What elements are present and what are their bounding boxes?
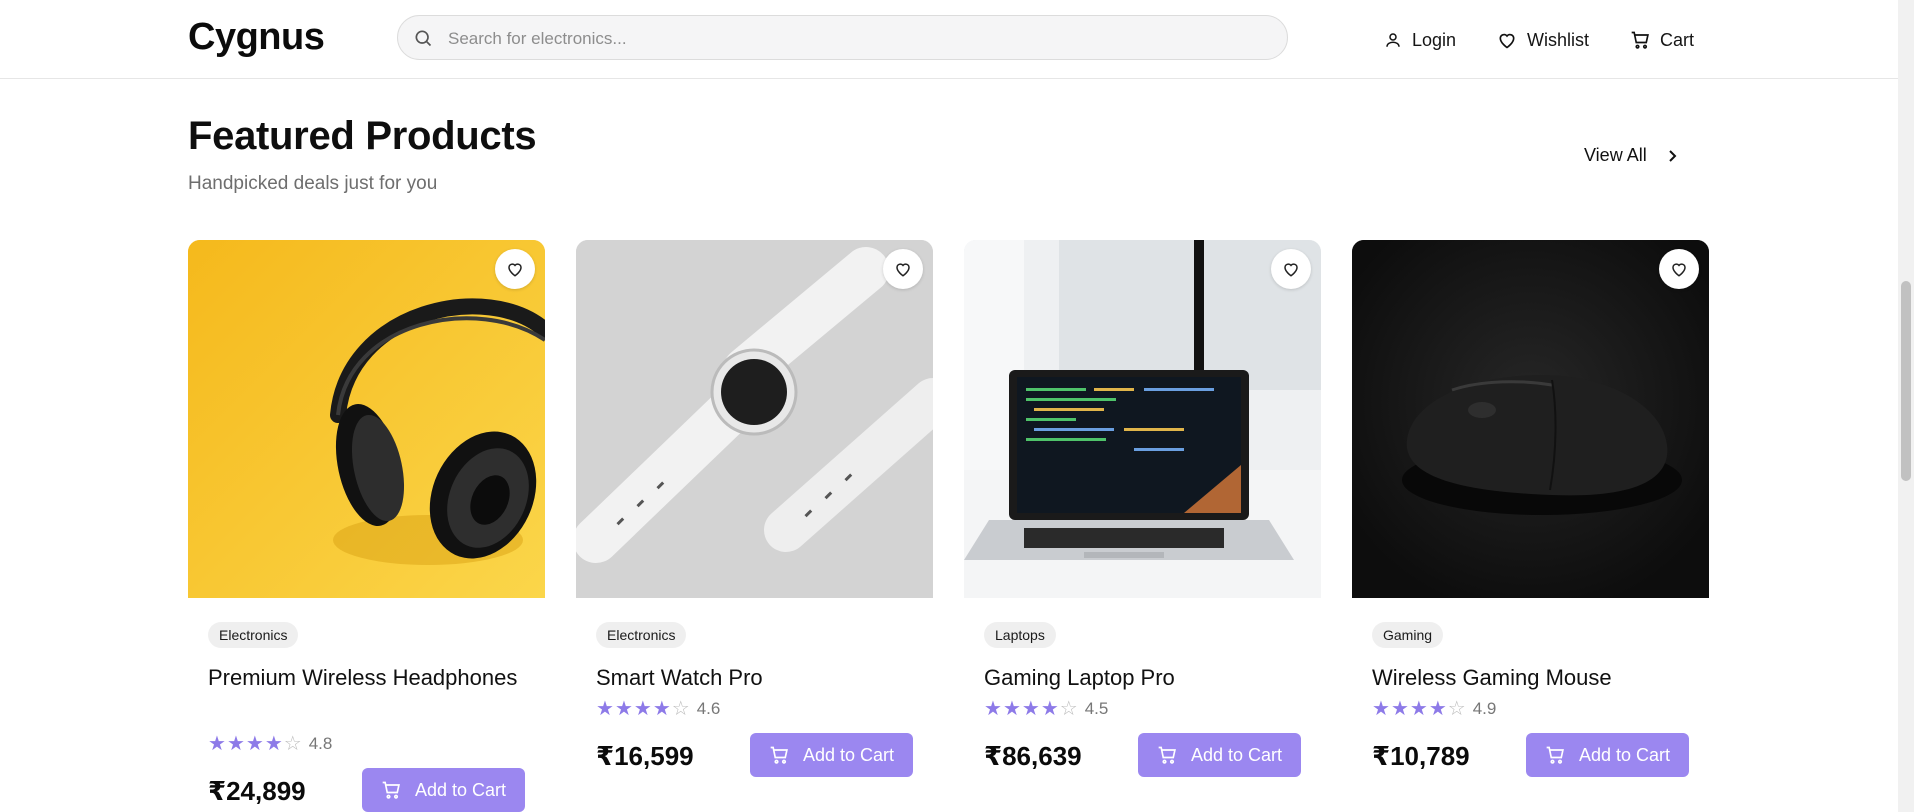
site-header: Cygnus Search for electronics... Login W… (0, 0, 1898, 79)
heart-icon (1284, 263, 1298, 277)
heart-icon (1672, 263, 1686, 277)
section-title: Featured Products (188, 114, 537, 158)
star-icon: ★ (1002, 698, 1021, 720)
star-icon: ★ (245, 733, 264, 755)
product-name[interactable]: Smart Watch Pro (596, 660, 916, 695)
cart-label: Cart (1660, 29, 1695, 50)
view-all-link[interactable]: View All (1584, 145, 1679, 166)
star-icon: ★ (226, 733, 245, 755)
scrollbar-thumb[interactable] (1901, 281, 1911, 481)
star-icon: ★ (652, 698, 671, 720)
product-rating: ★ ★ ★ ★ ☆ 4.8 (208, 734, 332, 754)
product-card[interactable]: Gaming Wireless Gaming Mouse ★ ★ ★ ★ ☆ 4.9 ₹… (1352, 240, 1709, 777)
product-rating: ★ ★ ★ ★ ☆ 4.6 (596, 699, 720, 719)
cart-icon (770, 746, 788, 764)
wishlist-link[interactable]: Wishlist (1497, 27, 1589, 53)
product-price: ₹10,789 (1372, 741, 1470, 771)
cart-icon (1631, 31, 1649, 49)
star-empty-icon: ☆ (1059, 698, 1078, 720)
product-image[interactable] (1352, 240, 1709, 598)
product-image[interactable] (576, 240, 933, 598)
add-to-cart-button[interactable]: Add to Cart (750, 733, 913, 777)
rating-value: 4.9 (1472, 699, 1497, 718)
product-image[interactable] (964, 240, 1321, 598)
star-icon: ★ (1372, 698, 1390, 720)
view-all-label: View All (1584, 145, 1647, 165)
cart-icon (382, 781, 400, 799)
star-icon: ★ (1409, 698, 1428, 720)
login-link[interactable]: Login (1384, 27, 1456, 53)
star-rating: ★ ★ ★ ★ ☆ (1372, 699, 1467, 719)
product-price: ₹24,899 (208, 776, 306, 806)
add-to-cart-label: Add to Cart (802, 744, 895, 765)
cart-icon (1158, 746, 1176, 764)
star-icon: ★ (208, 733, 226, 755)
wishlist-heart-button[interactable] (495, 249, 535, 289)
product-rating: ★ ★ ★ ★ ☆ 4.9 (1372, 699, 1496, 719)
search-input[interactable]: Search for electronics... (448, 29, 627, 49)
product-name[interactable]: Gaming Laptop Pro (984, 660, 1304, 695)
star-icon: ★ (1428, 698, 1447, 720)
product-name[interactable]: Premium Wireless Headphones (208, 660, 528, 695)
product-name[interactable]: Wireless Gaming Mouse (1372, 660, 1692, 695)
wishlist-heart-button[interactable] (883, 249, 923, 289)
add-to-cart-button[interactable]: Add to Cart (1526, 733, 1689, 777)
user-icon (1386, 33, 1400, 47)
rating-value: 4.6 (696, 699, 721, 718)
star-empty-icon: ☆ (1447, 698, 1466, 720)
login-label: Login (1412, 29, 1457, 50)
product-price: ₹16,599 (596, 741, 694, 771)
star-icon: ★ (1390, 698, 1409, 720)
cart-link[interactable]: Cart (1630, 27, 1694, 53)
smartwatch-image (576, 240, 933, 598)
star-rating: ★ ★ ★ ★ ☆ (208, 734, 303, 754)
headphones-image (188, 240, 545, 598)
add-to-cart-button[interactable]: Add to Cart (1138, 733, 1301, 777)
rating-value: 4.8 (308, 734, 333, 753)
category-badge: Electronics (208, 622, 299, 648)
category-badge: Electronics (596, 622, 687, 648)
cart-icon (1546, 746, 1564, 764)
wishlist-heart-button[interactable] (1659, 249, 1699, 289)
section-subtitle: Handpicked deals just for you (188, 173, 438, 194)
category-badge: Gaming (1372, 622, 1444, 648)
heart-icon (896, 263, 910, 277)
star-icon: ★ (596, 698, 614, 720)
laptop-image (964, 240, 1321, 598)
wishlist-label: Wishlist (1527, 29, 1589, 50)
star-icon: ★ (1021, 698, 1040, 720)
star-rating: ★ ★ ★ ★ ☆ (984, 699, 1079, 719)
star-icon: ★ (1040, 698, 1059, 720)
mouse-image (1352, 240, 1709, 598)
star-rating: ★ ★ ★ ★ ☆ (596, 699, 691, 719)
add-to-cart-label: Add to Cart (414, 779, 507, 800)
product-rating: ★ ★ ★ ★ ☆ 4.5 (984, 699, 1108, 719)
product-price: ₹86,639 (984, 741, 1082, 771)
star-icon: ★ (264, 733, 283, 755)
add-to-cart-label: Add to Cart (1578, 744, 1671, 765)
star-empty-icon: ☆ (283, 733, 302, 755)
search-icon (415, 30, 432, 47)
logo[interactable]: Cygnus (188, 16, 325, 59)
wishlist-heart-button[interactable] (1271, 249, 1311, 289)
star-icon: ★ (614, 698, 633, 720)
star-icon: ★ (633, 698, 652, 720)
product-card[interactable]: Electronics Premium Wireless Headphones … (188, 240, 545, 812)
star-icon: ★ (984, 698, 1002, 720)
product-card[interactable]: Laptops Gaming Laptop Pro ★ ★ ★ ★ ☆ 4.5 ₹86,… (964, 240, 1321, 777)
product-card[interactable]: Electronics Smart Watch Pro ★ ★ ★ ★ ☆ 4.6 ₹1… (576, 240, 933, 777)
star-empty-icon: ☆ (671, 698, 690, 720)
heart-icon (1499, 33, 1515, 49)
chevron-right-icon (1668, 149, 1677, 162)
category-badge: Laptops (984, 622, 1056, 648)
heart-icon (508, 263, 522, 277)
add-to-cart-label: Add to Cart (1190, 744, 1283, 765)
add-to-cart-button[interactable]: Add to Cart (362, 768, 525, 812)
search-box[interactable]: Search for electronics... (397, 15, 1288, 60)
rating-value: 4.5 (1084, 699, 1109, 718)
product-image[interactable] (188, 240, 545, 598)
